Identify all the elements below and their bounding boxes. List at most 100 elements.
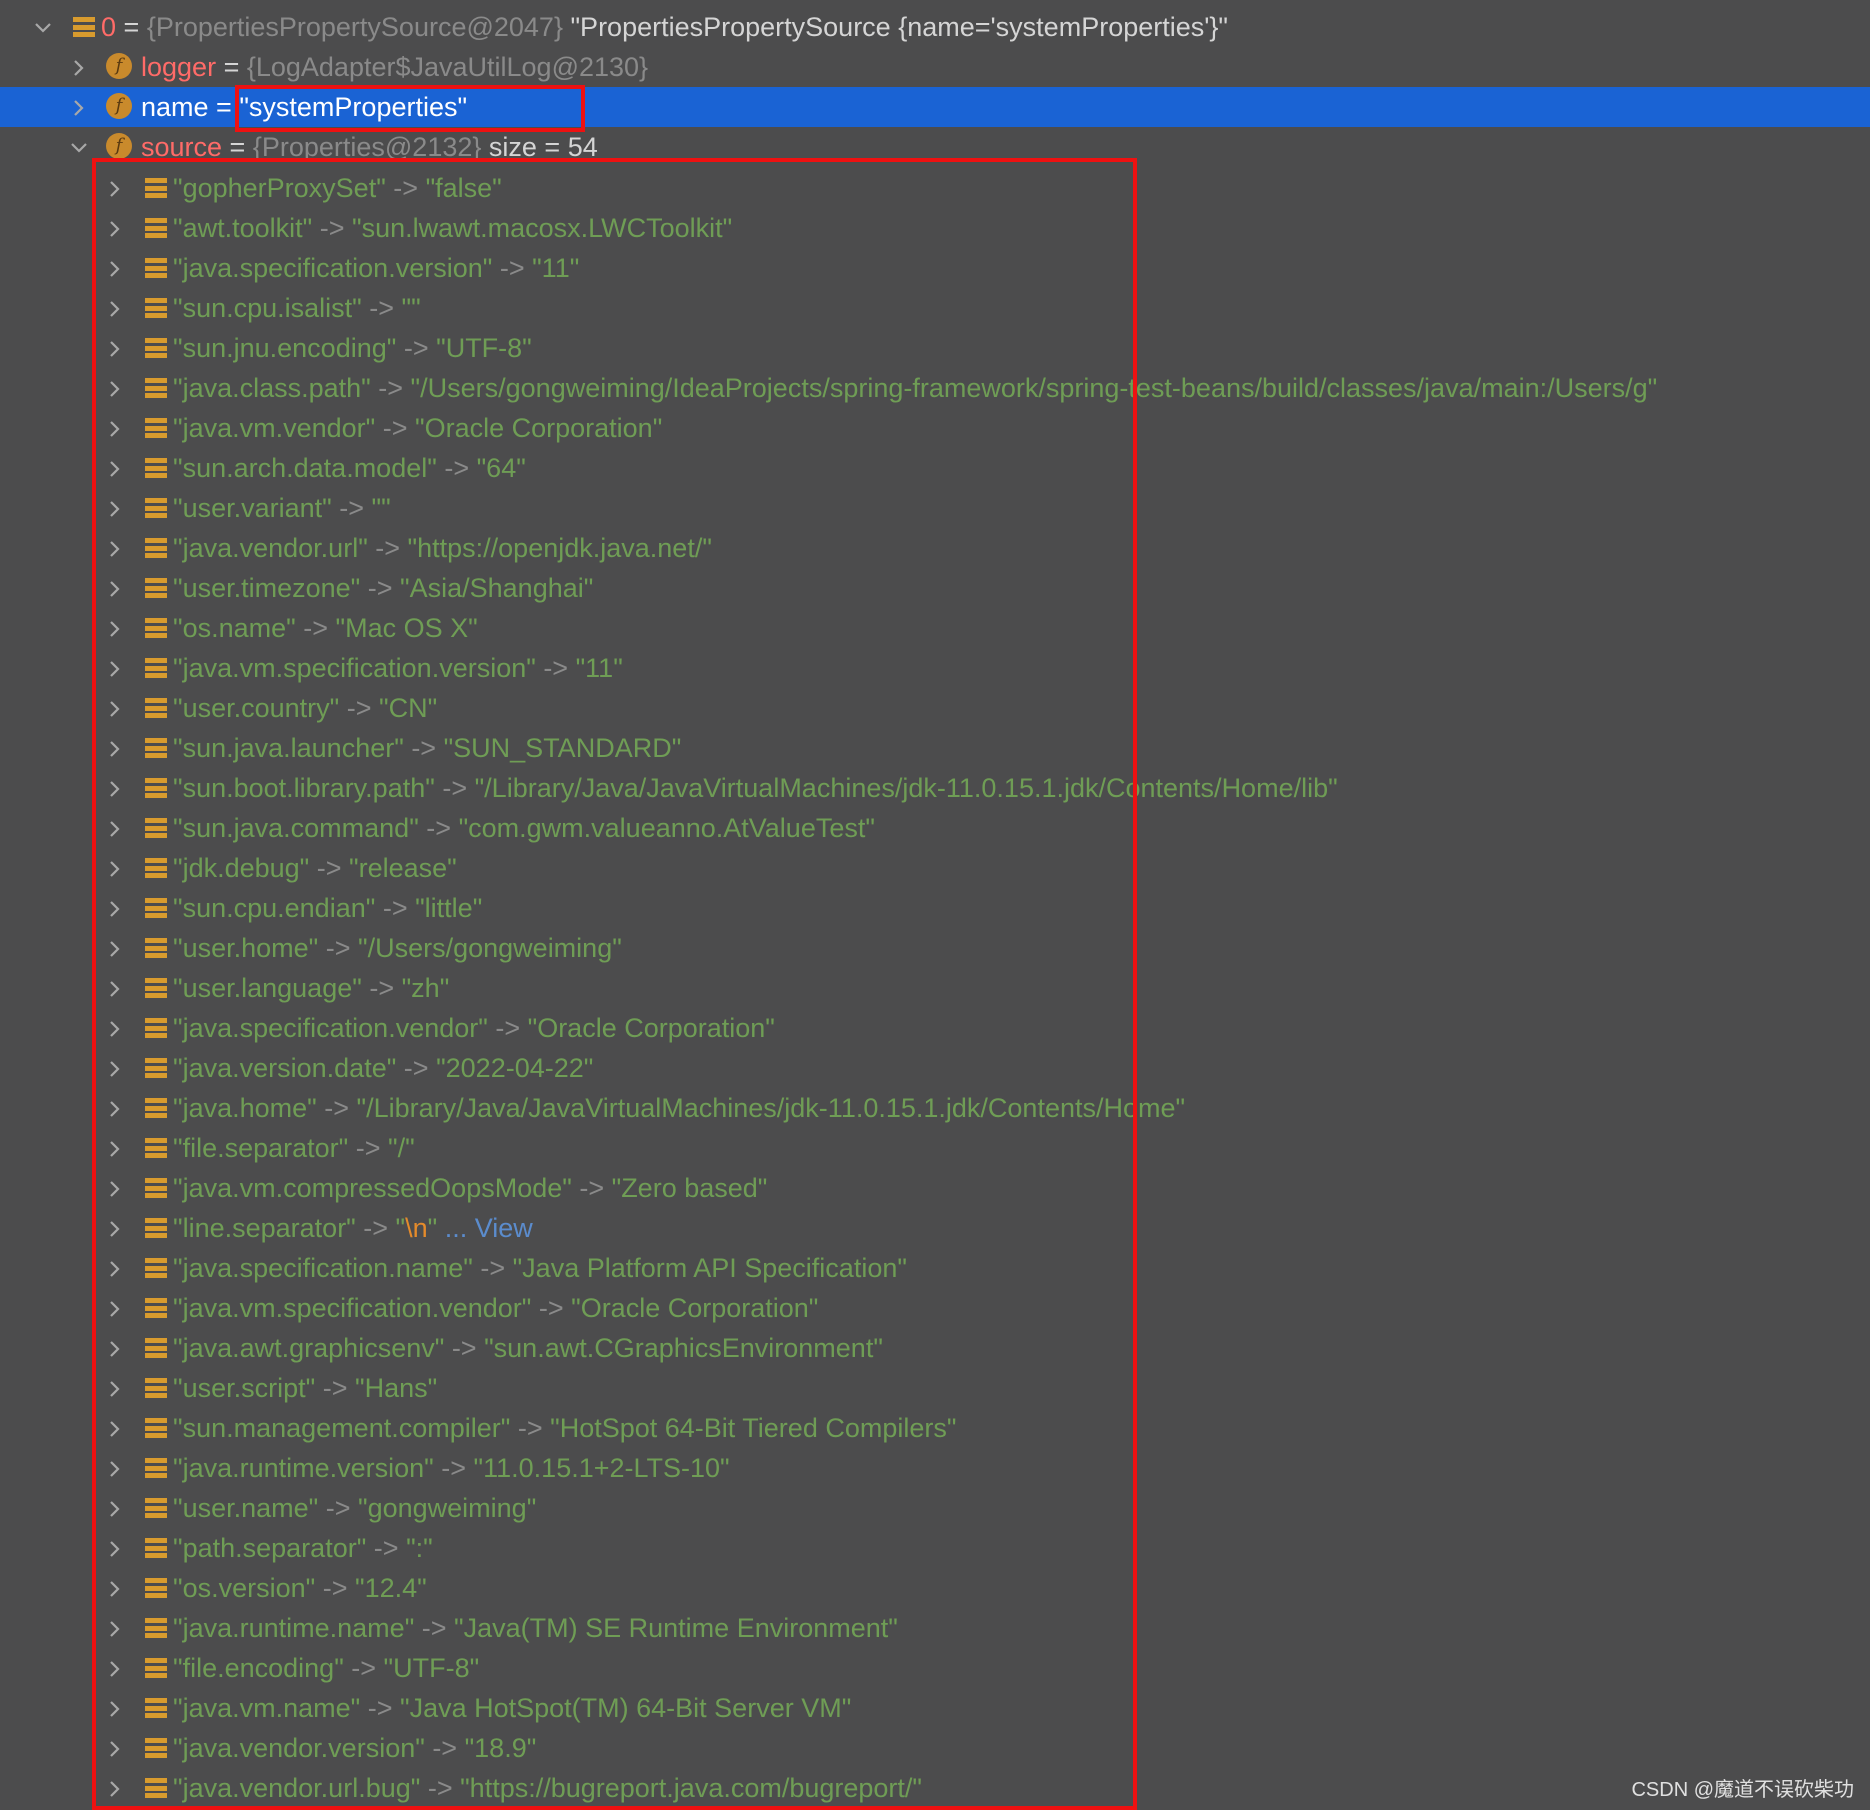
- chevron-right-icon[interactable]: [105, 1208, 125, 1248]
- chevron-right-icon[interactable]: [105, 1328, 125, 1368]
- chevron-right-icon[interactable]: [105, 968, 125, 1008]
- chevron-right-icon[interactable]: [105, 568, 125, 608]
- chevron-right-icon[interactable]: [105, 288, 125, 328]
- chevron-right-icon[interactable]: [69, 87, 89, 127]
- map-entry[interactable]: "java.version.date" -> "2022-04-22": [0, 1048, 1870, 1088]
- chevron-down-icon[interactable]: [69, 127, 89, 167]
- chevron-right-icon[interactable]: [105, 1008, 125, 1048]
- map-entry[interactable]: "java.vm.specification.vendor" -> "Oracl…: [0, 1288, 1870, 1328]
- map-entry[interactable]: "sun.jnu.encoding" -> "UTF-8": [0, 328, 1870, 368]
- map-entry[interactable]: "file.separator" -> "/": [0, 1128, 1870, 1168]
- chevron-right-icon[interactable]: [105, 448, 125, 488]
- map-entry[interactable]: "user.variant" -> "": [0, 488, 1870, 528]
- map-entry[interactable]: "sun.cpu.endian" -> "little": [0, 888, 1870, 928]
- row-text: "java.specification.vendor" -> "Oracle C…: [173, 1008, 775, 1048]
- map-entry[interactable]: "user.country" -> "CN": [0, 688, 1870, 728]
- chevron-right-icon[interactable]: [105, 1568, 125, 1608]
- map-entry[interactable]: "java.awt.graphicsenv" -> "sun.awt.CGrap…: [0, 1328, 1870, 1368]
- map-entry[interactable]: "sun.arch.data.model" -> "64": [0, 448, 1870, 488]
- chevron-right-icon[interactable]: [105, 248, 125, 288]
- map-entry[interactable]: "user.home" -> "/Users/gongweiming": [0, 928, 1870, 968]
- chevron-right-icon[interactable]: [105, 848, 125, 888]
- chevron-right-icon[interactable]: [105, 1448, 125, 1488]
- chevron-right-icon[interactable]: [105, 1488, 125, 1528]
- chevron-right-icon[interactable]: [105, 528, 125, 568]
- chevron-right-icon[interactable]: [105, 208, 125, 248]
- chevron-right-icon[interactable]: [105, 1728, 125, 1768]
- tree-node-field-source[interactable]: f source = {Properties@2132} size = 54: [0, 127, 1870, 167]
- chevron-right-icon[interactable]: [105, 888, 125, 928]
- map-entry[interactable]: "path.separator" -> ":": [0, 1528, 1870, 1568]
- view-link[interactable]: ... View: [437, 1213, 533, 1243]
- tree-node-field-logger[interactable]: f logger = {LogAdapter$JavaUtilLog@2130}: [0, 47, 1870, 87]
- object-ref: {PropertiesPropertySource@2047}: [146, 12, 563, 42]
- map-entry[interactable]: "jdk.debug" -> "release": [0, 848, 1870, 888]
- map-entry[interactable]: "java.vm.specification.version" -> "11": [0, 648, 1870, 688]
- arrow: ->: [375, 413, 416, 443]
- chevron-right-icon[interactable]: [105, 368, 125, 408]
- map-entry[interactable]: "sun.cpu.isalist" -> "": [0, 288, 1870, 328]
- chevron-right-icon[interactable]: [105, 648, 125, 688]
- tree-node-root[interactable]: 0 = {PropertiesPropertySource@2047} "Pro…: [0, 7, 1870, 47]
- chevron-right-icon[interactable]: [105, 1288, 125, 1328]
- entry-value: "release": [349, 853, 457, 883]
- map-entry[interactable]: "os.version" -> "12.4": [0, 1568, 1870, 1608]
- map-entry[interactable]: "java.runtime.version" -> "11.0.15.1+2-L…: [0, 1448, 1870, 1488]
- map-entry[interactable]: "java.vendor.version" -> "18.9": [0, 1728, 1870, 1768]
- chevron-right-icon[interactable]: [105, 1528, 125, 1568]
- map-entry[interactable]: "gopherProxySet" -> "false": [0, 168, 1870, 208]
- map-entry[interactable]: "java.vendor.url" -> "https://openjdk.ja…: [0, 528, 1870, 568]
- chevron-right-icon[interactable]: [105, 328, 125, 368]
- chevron-right-icon[interactable]: [105, 928, 125, 968]
- chevron-right-icon[interactable]: [105, 1128, 125, 1168]
- chevron-right-icon[interactable]: [105, 168, 125, 208]
- map-entry[interactable]: "java.specification.name" -> "Java Platf…: [0, 1248, 1870, 1288]
- chevron-right-icon[interactable]: [105, 1408, 125, 1448]
- row-text: "user.timezone" -> "Asia/Shanghai": [173, 568, 593, 608]
- map-entry[interactable]: "os.name" -> "Mac OS X": [0, 608, 1870, 648]
- tree-node-field-name[interactable]: f name = "systemProperties": [0, 87, 1870, 127]
- map-entry[interactable]: "user.script" -> "Hans": [0, 1368, 1870, 1408]
- entry-value: "https://bugreport.java.com/bugreport/": [460, 1773, 923, 1803]
- map-entry[interactable]: "java.runtime.name" -> "Java(TM) SE Runt…: [0, 1608, 1870, 1648]
- chevron-right-icon[interactable]: [105, 1088, 125, 1128]
- chevron-right-icon[interactable]: [105, 688, 125, 728]
- chevron-right-icon[interactable]: [105, 1648, 125, 1688]
- map-entry[interactable]: "file.encoding" -> "UTF-8": [0, 1648, 1870, 1688]
- map-entry[interactable]: "awt.toolkit" -> "sun.lwawt.macosx.LWCTo…: [0, 208, 1870, 248]
- map-entry[interactable]: "java.vm.vendor" -> "Oracle Corporation": [0, 408, 1870, 448]
- chevron-right-icon[interactable]: [105, 1248, 125, 1288]
- map-entry[interactable]: "user.name" -> "gongweiming": [0, 1488, 1870, 1528]
- map-entry[interactable]: "user.language" -> "zh": [0, 968, 1870, 1008]
- chevron-right-icon[interactable]: [105, 768, 125, 808]
- chevron-right-icon[interactable]: [105, 808, 125, 848]
- chevron-right-icon[interactable]: [105, 1368, 125, 1408]
- entry-key: "os.name": [173, 613, 296, 643]
- map-entry[interactable]: "user.timezone" -> "Asia/Shanghai": [0, 568, 1870, 608]
- map-entry[interactable]: "java.specification.vendor" -> "Oracle C…: [0, 1008, 1870, 1048]
- map-entry[interactable]: "java.vm.compressedOopsMode" -> "Zero ba…: [0, 1168, 1870, 1208]
- chevron-down-icon[interactable]: [33, 7, 53, 47]
- chevron-right-icon[interactable]: [105, 488, 125, 528]
- chevron-right-icon[interactable]: [105, 408, 125, 448]
- map-entry[interactable]: "java.home" -> "/Library/Java/JavaVirtua…: [0, 1088, 1870, 1128]
- row-text: "java.class.path" -> "/Users/gongweiming…: [173, 368, 1657, 408]
- map-entry[interactable]: "sun.management.compiler" -> "HotSpot 64…: [0, 1408, 1870, 1448]
- map-entry[interactable]: "sun.boot.library.path" -> "/Library/Jav…: [0, 768, 1870, 808]
- chevron-right-icon[interactable]: [105, 1768, 125, 1808]
- chevron-right-icon[interactable]: [105, 608, 125, 648]
- chevron-right-icon[interactable]: [105, 1608, 125, 1648]
- map-entry[interactable]: "java.class.path" -> "/Users/gongweiming…: [0, 368, 1870, 408]
- chevron-right-icon[interactable]: [105, 1168, 125, 1208]
- map-entry[interactable]: "java.vendor.url.bug" -> "https://bugrep…: [0, 1768, 1870, 1808]
- map-entry[interactable]: "sun.java.launcher" -> "SUN_STANDARD": [0, 728, 1870, 768]
- chevron-right-icon[interactable]: [105, 1048, 125, 1088]
- chevron-right-icon[interactable]: [69, 47, 89, 87]
- chevron-right-icon[interactable]: [105, 1688, 125, 1728]
- map-entry[interactable]: "sun.java.command" -> "com.gwm.valueanno…: [0, 808, 1870, 848]
- map-entry[interactable]: "java.specification.version" -> "11": [0, 248, 1870, 288]
- chevron-right-icon[interactable]: [105, 728, 125, 768]
- row-text: "user.script" -> "Hans": [173, 1368, 437, 1408]
- map-entry[interactable]: "java.vm.name" -> "Java HotSpot(TM) 64-B…: [0, 1688, 1870, 1728]
- map-entry[interactable]: "line.separator" -> "\n" ... View: [0, 1208, 1870, 1248]
